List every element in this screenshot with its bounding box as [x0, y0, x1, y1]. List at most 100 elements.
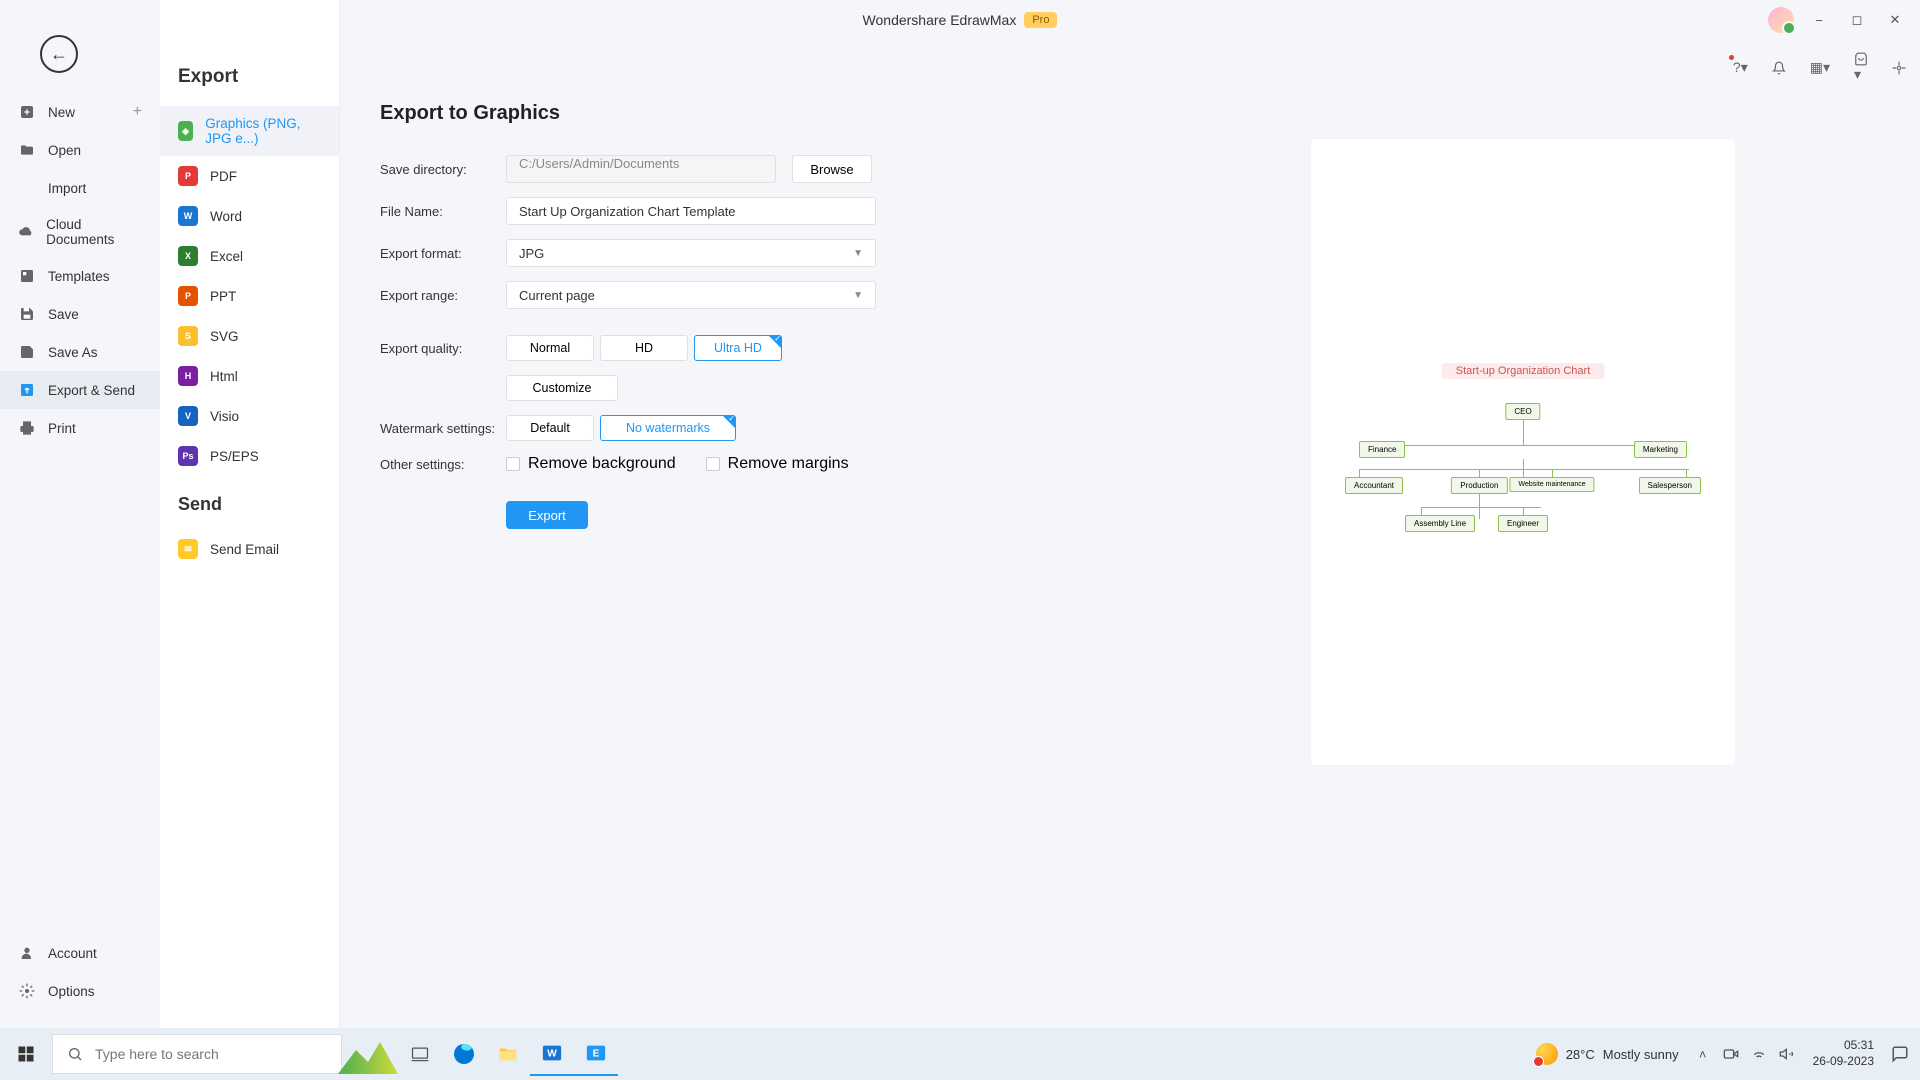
chart-node-ceo: CEO [1505, 403, 1540, 420]
templates-icon [18, 267, 36, 285]
checkbox-icon [506, 457, 520, 471]
chevron-down-icon: ▼ [853, 248, 863, 259]
nav-import[interactable]: Import [0, 169, 160, 207]
export-pdf-label: PDF [210, 169, 237, 184]
taskbar-search[interactable]: Type here to search [52, 1034, 342, 1074]
export-format-value: JPG [519, 246, 544, 261]
export-ppt[interactable]: PPPT [160, 276, 339, 316]
remove-margins-checkbox[interactable]: Remove margins [706, 455, 849, 473]
gear-icon [18, 982, 36, 1000]
clock[interactable]: 05:31 26-09-2023 [1803, 1038, 1884, 1069]
svg-icon: S [178, 326, 198, 346]
word-icon[interactable]: W [530, 1032, 574, 1076]
sun-icon [1536, 1043, 1558, 1065]
file-name-label: File Name: [380, 204, 506, 219]
task-view-icon[interactable] [398, 1032, 442, 1076]
remove-background-checkbox[interactable]: Remove background [506, 455, 676, 473]
nav-templates[interactable]: Templates [0, 257, 160, 295]
export-pseps[interactable]: Ps PS/EPS [160, 436, 339, 476]
quality-hd[interactable]: HD [600, 335, 688, 361]
export-visio-label: Visio [210, 409, 239, 424]
chart-node-marketing: Marketing [1634, 441, 1687, 458]
plus-icon [18, 103, 36, 121]
export-svg-label: SVG [210, 329, 239, 344]
nav-cloud-label: Cloud Documents [46, 217, 142, 247]
export-graphics[interactable]: ◈ Graphics (PNG, JPG e...) [160, 106, 339, 156]
chart-node-finance: Finance [1359, 441, 1405, 458]
start-button[interactable] [0, 1045, 52, 1063]
weather-widget[interactable]: 28°C Mostly sunny [1536, 1043, 1679, 1065]
customize-button[interactable]: Customize [506, 375, 618, 401]
mail-icon: ✉ [178, 539, 198, 559]
folder-icon [18, 141, 36, 159]
watermark-none[interactable]: No watermarks [600, 415, 736, 441]
export-pdf[interactable]: PPDF [160, 156, 339, 196]
send-heading: Send [160, 476, 339, 529]
send-email[interactable]: ✉ Send Email [160, 529, 339, 569]
export-format-dropdown[interactable]: JPG ▼ [506, 239, 876, 267]
export-html-label: Html [210, 369, 238, 384]
search-placeholder: Type here to search [95, 1046, 219, 1062]
explorer-icon[interactable] [486, 1032, 530, 1076]
export-html[interactable]: H Html [160, 356, 339, 396]
nav-templates-label: Templates [48, 269, 110, 284]
quality-ultra-hd[interactable]: Ultra HD [694, 335, 782, 361]
ppt-icon: P [178, 286, 198, 306]
export-excel[interactable]: X Excel [160, 236, 339, 276]
html-icon: H [178, 366, 198, 386]
tray-chevron-up-icon[interactable]: ˄ [1691, 1034, 1715, 1074]
watermark-default[interactable]: Default [506, 415, 594, 441]
nav-options[interactable]: Options [0, 972, 160, 1010]
nav-export-send[interactable]: Export & Send [0, 371, 160, 409]
clock-time: 05:31 [1813, 1038, 1874, 1054]
back-button[interactable]: ← [40, 35, 78, 73]
nav-import-label: Import [48, 181, 86, 196]
weather-temp: 28°C [1566, 1047, 1595, 1062]
wifi-icon[interactable] [1747, 1034, 1771, 1074]
file-name-input[interactable] [506, 197, 876, 225]
chart-node-website: Website maintenance [1510, 477, 1595, 492]
edge-icon[interactable] [442, 1032, 486, 1076]
browse-button[interactable]: Browse [792, 155, 872, 183]
ps-icon: Ps [178, 446, 198, 466]
nav-new[interactable]: New + [0, 93, 160, 131]
add-icon[interactable]: + [133, 103, 142, 121]
export-pseps-label: PS/EPS [210, 449, 259, 464]
nav-open[interactable]: Open [0, 131, 160, 169]
taskbar: Type here to search W E 28°C Mostly sunn… [0, 1028, 1920, 1080]
svg-text:E: E [593, 1049, 600, 1060]
excel-icon: X [178, 246, 198, 266]
other-settings-label: Other settings: [380, 457, 506, 472]
chart-node-engineer: Engineer [1498, 515, 1548, 532]
search-decoration [338, 1034, 398, 1074]
cloud-icon [18, 223, 34, 241]
notifications-icon[interactable] [1888, 1034, 1912, 1074]
main-panel: Export to Graphics Save directory: C:/Us… [340, 0, 1920, 1028]
remove-margins-label: Remove margins [728, 455, 849, 473]
nav-save[interactable]: Save [0, 295, 160, 333]
chart-preview: Start-up Organization Chart CEO Finance … [1341, 357, 1705, 551]
save-directory-field: C:/Users/Admin/Documents [506, 155, 776, 183]
meet-now-icon[interactable] [1719, 1034, 1743, 1074]
edrawmax-icon[interactable]: E [574, 1032, 618, 1076]
quality-normal[interactable]: Normal [506, 335, 594, 361]
export-range-dropdown[interactable]: Current page▼ [506, 281, 876, 309]
export-button[interactable]: Export [506, 501, 588, 529]
export-graphics-label: Graphics (PNG, JPG e...) [205, 116, 321, 146]
visio-icon: V [178, 406, 198, 426]
export-format-label: Export format: [380, 246, 506, 261]
export-visio[interactable]: V Visio [160, 396, 339, 436]
image-icon: ◈ [178, 121, 193, 141]
nav-print[interactable]: Print [0, 409, 160, 447]
chart-node-assembly: Assembly Line [1405, 515, 1475, 532]
export-svg[interactable]: S SVG [160, 316, 339, 356]
nav-new-label: New [48, 105, 75, 120]
send-email-label: Send Email [210, 542, 279, 557]
export-excel-label: Excel [210, 249, 243, 264]
export-word[interactable]: WWord [160, 196, 339, 236]
volume-icon[interactable] [1775, 1034, 1799, 1074]
search-icon [67, 1046, 83, 1062]
nav-save-as[interactable]: Save As [0, 333, 160, 371]
nav-account[interactable]: Account [0, 934, 160, 972]
nav-cloud-documents[interactable]: Cloud Documents [0, 207, 160, 257]
